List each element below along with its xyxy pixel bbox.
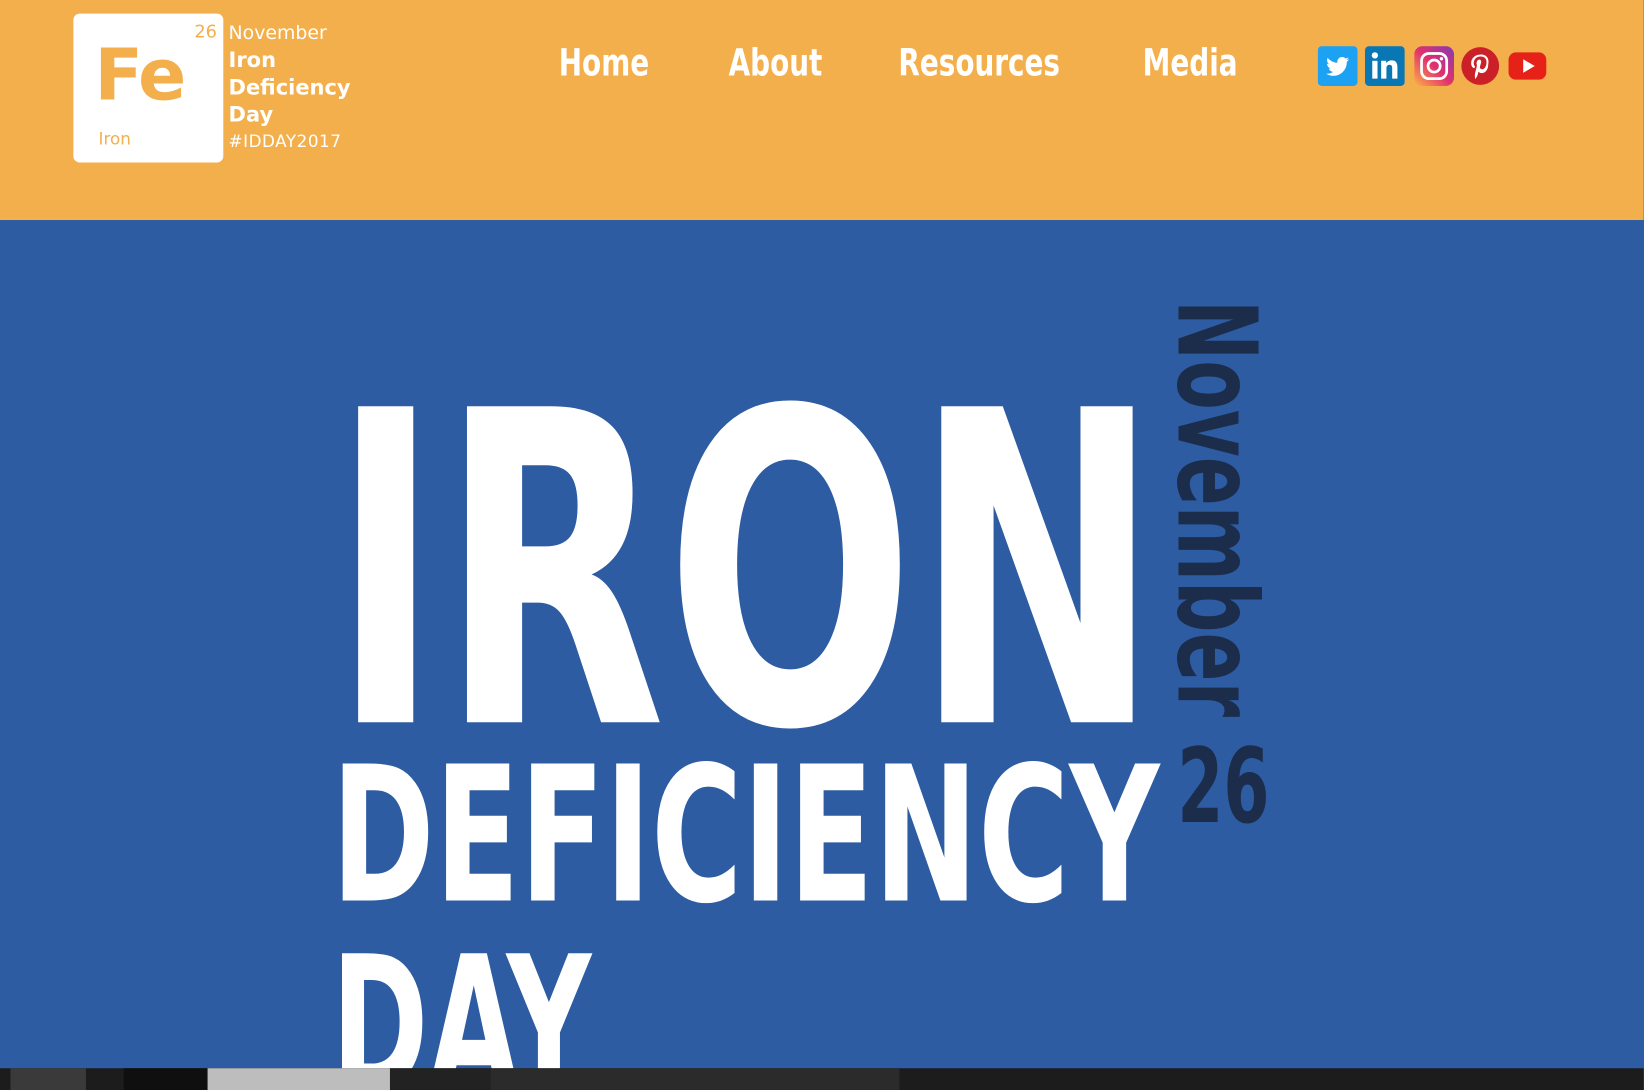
logo-title[interactable]: November Iron Deficiency Day #IDDAY2017 <box>229 21 351 155</box>
taskbar-item[interactable] <box>10 1068 86 1090</box>
logo-symbol: Fe <box>94 34 186 118</box>
site-header: 26 Fe Iron November Iron Deficiency Day … <box>0 0 1644 221</box>
logo-line-2: Deficiency <box>228 74 351 100</box>
logo-line-3: Day <box>228 101 274 127</box>
hero-title-deficiency: DEFICIENCY <box>331 726 1161 945</box>
hero-banner: IRON DEFICIENCY DAY November 26 <box>0 220 1644 1070</box>
instagram-icon[interactable] <box>1414 46 1455 86</box>
nav-home[interactable]: Home <box>559 42 649 85</box>
hero-day-number: 26 <box>1177 726 1269 846</box>
logo-hashtag: #IDDAY2017 <box>228 131 342 151</box>
nav-about[interactable]: About <box>729 42 823 85</box>
pinterest-icon[interactable] <box>1460 46 1500 86</box>
hero-title-day: DAY <box>331 915 593 1069</box>
logo-line-1: Iron <box>228 47 277 73</box>
linkedin-icon[interactable] <box>1364 46 1405 86</box>
logo-atomic-number: 26 <box>194 22 218 43</box>
taskbar-item[interactable] <box>207 1068 390 1090</box>
logo-month: November <box>228 22 327 45</box>
nav-media[interactable]: Media <box>1143 42 1238 85</box>
logo[interactable]: 26 Fe Iron <box>73 13 224 163</box>
twitter-icon[interactable] <box>1317 46 1358 86</box>
logo-element-name: Iron <box>98 128 131 149</box>
youtube-icon[interactable] <box>1507 46 1547 86</box>
taskbar-item[interactable] <box>490 1068 900 1090</box>
nav-resources[interactable]: Resources <box>898 42 1060 85</box>
taskbar-item[interactable] <box>123 1068 208 1090</box>
hero-graphic: IRON DEFICIENCY DAY November 26 <box>0 220 1644 1070</box>
hero-vertical-month: November <box>1152 300 1280 717</box>
taskbar <box>0 1068 1644 1090</box>
taskbar-item[interactable] <box>389 1068 491 1090</box>
